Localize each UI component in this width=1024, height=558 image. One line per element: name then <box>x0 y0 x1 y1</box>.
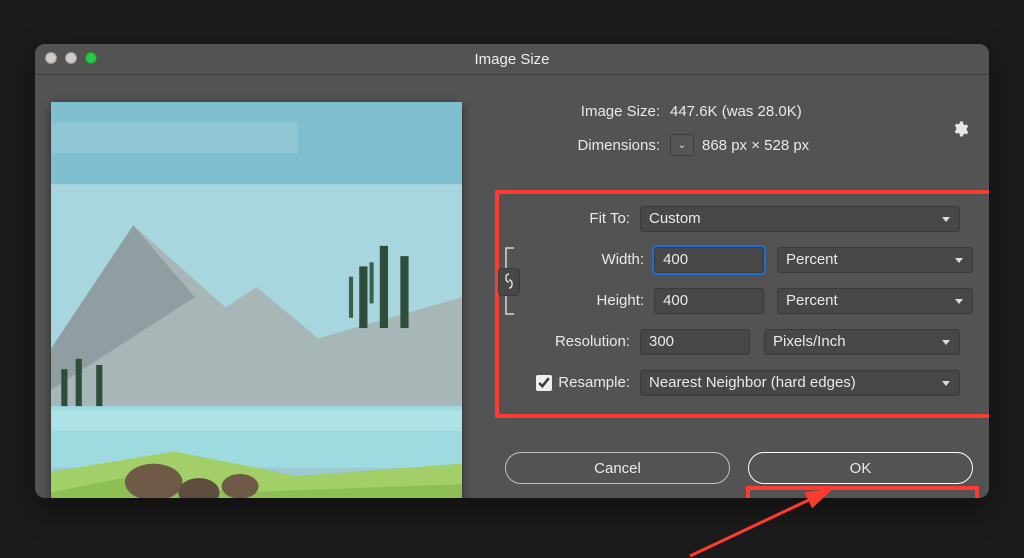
cancel-button[interactable]: Cancel <box>505 452 730 484</box>
width-label: Width: <box>500 251 654 268</box>
resolution-unit-select[interactable]: Pixels/Inch <box>764 329 960 355</box>
dimensions-label: Dimensions: <box>500 137 670 154</box>
dialog-buttons: Cancel OK <box>505 452 973 484</box>
width-input[interactable] <box>654 247 764 273</box>
link-icon <box>504 273 514 292</box>
resample-method-select[interactable]: Nearest Neighbor (hard edges) <box>640 370 960 396</box>
dimensions-unit-toggle[interactable]: ⌄ <box>670 134 694 156</box>
window-title: Image Size <box>35 51 989 68</box>
settings-panel: Image Size: 447.6K (was 28.0K) Dimension… <box>500 94 983 498</box>
resample-checkbox[interactable] <box>536 375 552 391</box>
dialog-body: Image Size: 447.6K (was 28.0K) Dimension… <box>35 74 989 498</box>
titlebar: Image Size <box>35 44 989 75</box>
height-unit-select[interactable]: Percent <box>777 288 973 314</box>
constrain-proportions-toggle[interactable] <box>498 268 520 296</box>
image-preview[interactable] <box>51 102 462 498</box>
image-size-dialog: Image Size <box>35 44 989 498</box>
width-unit-select[interactable]: Percent <box>777 247 973 273</box>
landscape-thumbnail <box>51 102 462 498</box>
fit-to-label: Fit To: <box>500 210 640 227</box>
chevron-down-icon: ⌄ <box>678 140 686 151</box>
image-size-label: Image Size: <box>500 103 670 120</box>
gear-icon[interactable] <box>951 120 969 141</box>
form-area: Fit To: Custom Width: Percent <box>500 198 973 403</box>
resample-label: Resample: <box>558 374 630 391</box>
ok-button[interactable]: OK <box>748 452 973 484</box>
dimensions-value: 868 px × 528 px <box>702 137 809 154</box>
height-input[interactable] <box>654 288 764 314</box>
image-size-value: 447.6K (was 28.0K) <box>670 103 802 120</box>
resolution-input[interactable] <box>640 329 750 355</box>
fit-to-select[interactable]: Custom <box>640 206 960 232</box>
height-label: Height: <box>500 292 654 309</box>
resolution-label: Resolution: <box>500 333 640 350</box>
